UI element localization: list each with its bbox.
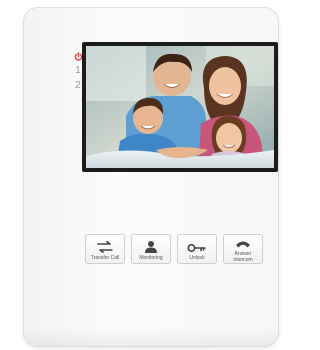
monitoring-button[interactable]: Monitoring: [131, 234, 171, 264]
indicator-1: 1: [75, 65, 81, 76]
transfer-icon: [97, 241, 113, 253]
phone-handset-icon: [236, 241, 250, 248]
monitoring-label: Monitoring: [139, 255, 163, 261]
answer-intercom-label: Answer Intercom: [233, 251, 253, 263]
transfer-call-label: Transfer Call: [90, 255, 120, 261]
transfer-call-button[interactable]: Transfer Call: [85, 234, 125, 264]
person-icon: [145, 241, 157, 253]
screen-photo: [86, 46, 274, 168]
screen-bezel: [82, 42, 278, 172]
intercom-monitor: 1 2 Transfer Call Monitoring Unlock Answ…: [24, 8, 278, 346]
indicator-2: 2: [75, 80, 81, 91]
answer-intercom-button[interactable]: Answer Intercom: [223, 234, 263, 264]
family-photo: [86, 46, 274, 168]
button-row: Transfer Call Monitoring Unlock Answer I…: [85, 234, 263, 264]
unlock-label: Unlock: [189, 255, 205, 261]
unlock-button[interactable]: Unlock: [177, 234, 217, 264]
key-icon: [187, 243, 206, 253]
